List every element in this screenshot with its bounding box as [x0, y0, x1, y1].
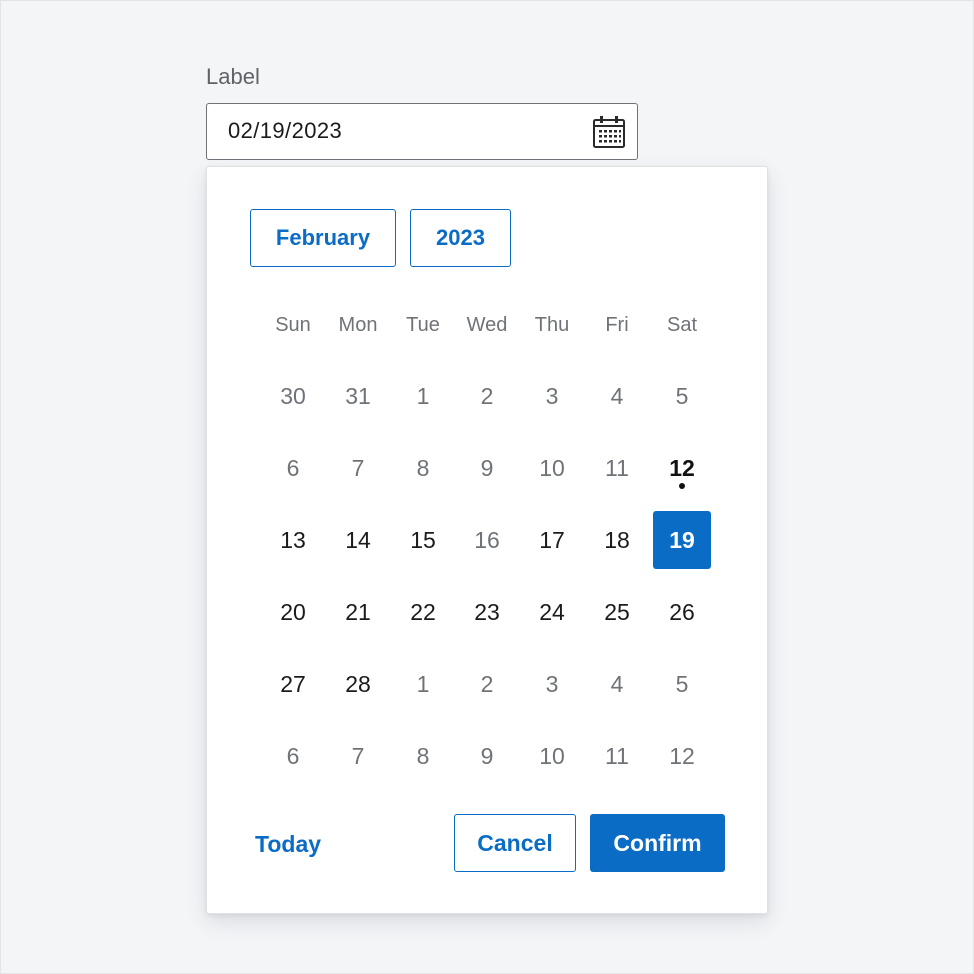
day-cell[interactable]: 8: [394, 439, 452, 497]
weekday-label: Sun: [275, 314, 311, 336]
date-input-value[interactable]: 02/19/2023: [228, 118, 342, 144]
day-cell[interactable]: 6: [264, 727, 322, 785]
day-cell[interactable]: 12: [653, 727, 711, 785]
day-cell[interactable]: 5: [653, 367, 711, 425]
day-cell[interactable]: 1: [394, 367, 452, 425]
weekday-label: Mon: [338, 314, 378, 336]
weekday-label: Wed: [466, 314, 508, 336]
day-cell[interactable]: 31: [329, 367, 387, 425]
month-select-button[interactable]: February: [250, 209, 396, 267]
day-cell[interactable]: 5: [653, 655, 711, 713]
cancel-button[interactable]: Cancel: [454, 814, 576, 872]
day-cell[interactable]: 6: [264, 439, 322, 497]
today-button[interactable]: Today: [255, 815, 321, 873]
day-cell[interactable]: 21: [329, 583, 387, 641]
day-cell[interactable]: 17: [523, 511, 581, 569]
weekday-label: Fri: [605, 314, 629, 336]
day-cell[interactable]: 15: [394, 511, 452, 569]
day-cell[interactable]: 14: [329, 511, 387, 569]
date-picker-popup: February 2023 Sun Mon Tue Wed Thu Fri Sat 30 31…: [206, 166, 768, 914]
day-cell[interactable]: 28: [329, 655, 387, 713]
day-cell[interactable]: 18: [588, 511, 646, 569]
year-select-button[interactable]: 2023: [410, 209, 511, 267]
day-cell[interactable]: 11: [588, 727, 646, 785]
day-cell[interactable]: 30: [264, 367, 322, 425]
day-cell[interactable]: 1: [394, 655, 452, 713]
confirm-button[interactable]: Confirm: [590, 814, 725, 872]
weekday-label: Sat: [666, 314, 698, 336]
weekday-label: Thu: [534, 314, 570, 336]
day-cell[interactable]: 23: [458, 583, 516, 641]
weekday-label: Tue: [406, 314, 440, 336]
day-cell[interactable]: 9: [458, 727, 516, 785]
day-cell[interactable]: 10: [523, 727, 581, 785]
day-cell[interactable]: 22: [394, 583, 452, 641]
day-cell[interactable]: 13: [264, 511, 322, 569]
day-cell[interactable]: 16: [458, 511, 516, 569]
day-cell-today[interactable]: 12: [653, 439, 711, 497]
day-cell[interactable]: 25: [588, 583, 646, 641]
day-cell[interactable]: 4: [588, 655, 646, 713]
day-cell[interactable]: 3: [523, 655, 581, 713]
day-cell[interactable]: 27: [264, 655, 322, 713]
day-cell[interactable]: 2: [458, 655, 516, 713]
day-cell[interactable]: 11: [588, 439, 646, 497]
calendar-icon[interactable]: [592, 114, 626, 150]
day-cell[interactable]: 24: [523, 583, 581, 641]
day-cell[interactable]: 10: [523, 439, 581, 497]
date-field-label: Label: [206, 64, 260, 89]
day-cell[interactable]: 9: [458, 439, 516, 497]
day-cell[interactable]: 7: [329, 727, 387, 785]
day-cell[interactable]: 20: [264, 583, 322, 641]
day-cell[interactable]: 7: [329, 439, 387, 497]
date-input-field[interactable]: 02/19/2023: [206, 103, 638, 160]
day-cell[interactable]: 3: [523, 367, 581, 425]
day-cell[interactable]: 8: [394, 727, 452, 785]
day-cell-selected[interactable]: 19: [653, 511, 711, 569]
day-cell[interactable]: 26: [653, 583, 711, 641]
day-cell[interactable]: 4: [588, 367, 646, 425]
day-cell[interactable]: 2: [458, 367, 516, 425]
